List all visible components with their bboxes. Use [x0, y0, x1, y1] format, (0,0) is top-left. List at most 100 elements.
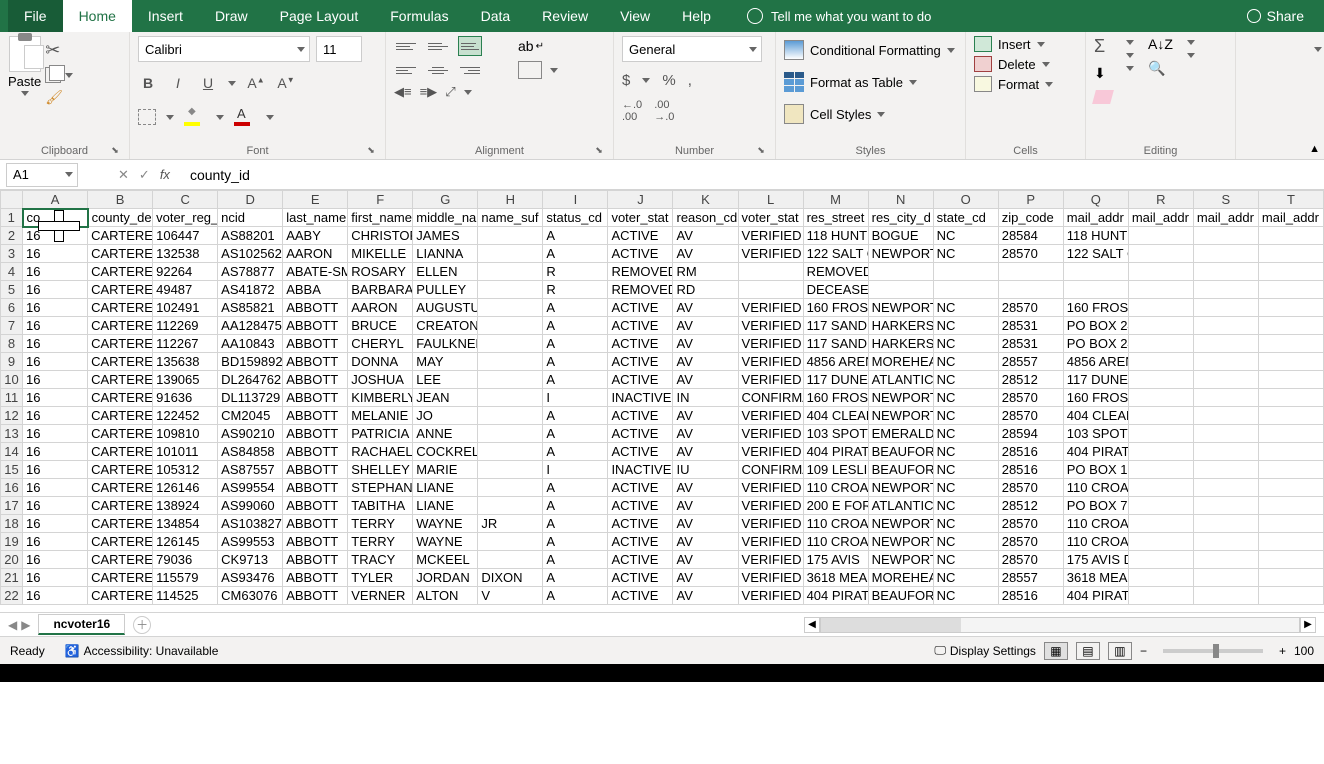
cell[interactable]: NC: [933, 515, 998, 533]
cell[interactable]: 404 PIRAT: [803, 443, 868, 461]
cell[interactable]: [1258, 335, 1323, 353]
cell[interactable]: [1193, 497, 1258, 515]
cell[interactable]: ACTIVE: [608, 515, 673, 533]
cell[interactable]: PO BOX 779: [1063, 497, 1128, 515]
cell[interactable]: A: [543, 551, 608, 569]
cell[interactable]: NC: [933, 461, 998, 479]
cell[interactable]: MCKEEL: [413, 551, 478, 569]
cell[interactable]: ROSARY: [348, 263, 413, 281]
wrap-text-button[interactable]: ab↵: [518, 38, 544, 54]
cell[interactable]: ACTIVE: [608, 533, 673, 551]
cell[interactable]: [1128, 497, 1193, 515]
cell[interactable]: VERIFIED: [738, 353, 803, 371]
column-header[interactable]: R: [1128, 191, 1193, 209]
fill-color-button[interactable]: [184, 108, 206, 126]
cell[interactable]: ACTIVE: [608, 317, 673, 335]
cell[interactable]: LIANE: [413, 479, 478, 497]
tab-data[interactable]: Data: [465, 0, 527, 32]
cell[interactable]: STEPHANIE: [348, 479, 413, 497]
align-middle-button[interactable]: [426, 36, 450, 56]
cell[interactable]: RACHAEL: [348, 443, 413, 461]
cancel-formula-button[interactable]: ✕: [118, 167, 129, 183]
cell[interactable]: 175 AVIS: [803, 551, 868, 569]
cell[interactable]: A: [543, 299, 608, 317]
sheet-tab-active[interactable]: ncvoter16: [38, 614, 125, 635]
cell[interactable]: AV: [673, 425, 738, 443]
cell[interactable]: A: [543, 245, 608, 263]
cell[interactable]: KIMBERLY: [348, 389, 413, 407]
cell[interactable]: AARON: [283, 245, 348, 263]
cell[interactable]: AS99553: [218, 533, 283, 551]
cell[interactable]: [1258, 263, 1323, 281]
column-header[interactable]: O: [933, 191, 998, 209]
cell[interactable]: ABBOTT: [283, 479, 348, 497]
decrease-font-button[interactable]: A▼: [276, 75, 296, 91]
cell[interactable]: VERIFIED: [738, 335, 803, 353]
cell[interactable]: [1128, 443, 1193, 461]
format-as-table-button[interactable]: Format as Table: [784, 68, 957, 96]
cell[interactable]: 28570: [998, 515, 1063, 533]
cell[interactable]: 114525: [153, 587, 218, 605]
cell[interactable]: 28570: [998, 299, 1063, 317]
cell[interactable]: A: [543, 371, 608, 389]
cell[interactable]: ABBOTT: [283, 533, 348, 551]
chevron-down-icon[interactable]: [1126, 66, 1134, 71]
cell[interactable]: BRUCE: [348, 317, 413, 335]
cell[interactable]: AV: [673, 245, 738, 263]
decrease-decimal-button[interactable]: .00→.0: [654, 99, 674, 123]
cell[interactable]: 118 HUNT: [803, 227, 868, 245]
cell[interactable]: [1193, 281, 1258, 299]
row-header[interactable]: 10: [1, 371, 23, 389]
cell[interactable]: [1128, 515, 1193, 533]
cell[interactable]: AS103827: [218, 515, 283, 533]
cell[interactable]: AS88201: [218, 227, 283, 245]
cell[interactable]: ACTIVE: [608, 479, 673, 497]
cell[interactable]: ACTIVE: [608, 335, 673, 353]
cell[interactable]: CARTERET: [88, 353, 153, 371]
cell[interactable]: TABITHA: [348, 497, 413, 515]
cell[interactable]: AV: [673, 317, 738, 335]
cell[interactable]: 16: [23, 407, 88, 425]
cell[interactable]: ELLEN: [413, 263, 478, 281]
tab-help[interactable]: Help: [666, 0, 727, 32]
orientation-button[interactable]: ⤢: [445, 84, 455, 100]
cell[interactable]: VERIFIED: [738, 245, 803, 263]
display-settings-button[interactable]: 🖵Display Settings: [934, 643, 1036, 658]
cell[interactable]: 28594: [998, 425, 1063, 443]
cell[interactable]: V: [478, 587, 543, 605]
cell[interactable]: NC: [933, 245, 998, 263]
cell[interactable]: 28584: [998, 227, 1063, 245]
cell[interactable]: VERIFIED: [738, 299, 803, 317]
align-top-button[interactable]: [394, 36, 418, 56]
cell[interactable]: AS84858: [218, 443, 283, 461]
cell[interactable]: CHRISTOPHER: [348, 227, 413, 245]
chevron-down-icon[interactable]: [65, 73, 73, 78]
select-all-corner[interactable]: [1, 191, 23, 209]
cell[interactable]: CARTERET: [88, 245, 153, 263]
cell[interactable]: NC: [933, 227, 998, 245]
cell[interactable]: [1258, 281, 1323, 299]
column-header[interactable]: L: [738, 191, 803, 209]
cell[interactable]: REMOVED: [608, 281, 673, 299]
cell[interactable]: BARBARA: [348, 281, 413, 299]
cell[interactable]: A: [543, 533, 608, 551]
cell[interactable]: ncid: [218, 209, 283, 227]
cell[interactable]: 122452: [153, 407, 218, 425]
cell[interactable]: 139065: [153, 371, 218, 389]
cell[interactable]: COCKRELL: [413, 443, 478, 461]
cell[interactable]: 28512: [998, 371, 1063, 389]
cell[interactable]: NC: [933, 389, 998, 407]
tab-home[interactable]: Home: [63, 0, 132, 32]
cell[interactable]: [738, 263, 803, 281]
cell[interactable]: AS102562: [218, 245, 283, 263]
cell[interactable]: MOREHEA: [868, 353, 933, 371]
percent-button[interactable]: %: [662, 72, 675, 89]
cell[interactable]: ABBOTT: [283, 497, 348, 515]
cell[interactable]: VERIFIED: [738, 587, 803, 605]
number-format-select[interactable]: General: [622, 36, 762, 62]
cell[interactable]: [1193, 335, 1258, 353]
row-header[interactable]: 7: [1, 317, 23, 335]
cell[interactable]: CHERYL: [348, 335, 413, 353]
cell[interactable]: [1258, 461, 1323, 479]
cell[interactable]: JOSHUA: [348, 371, 413, 389]
